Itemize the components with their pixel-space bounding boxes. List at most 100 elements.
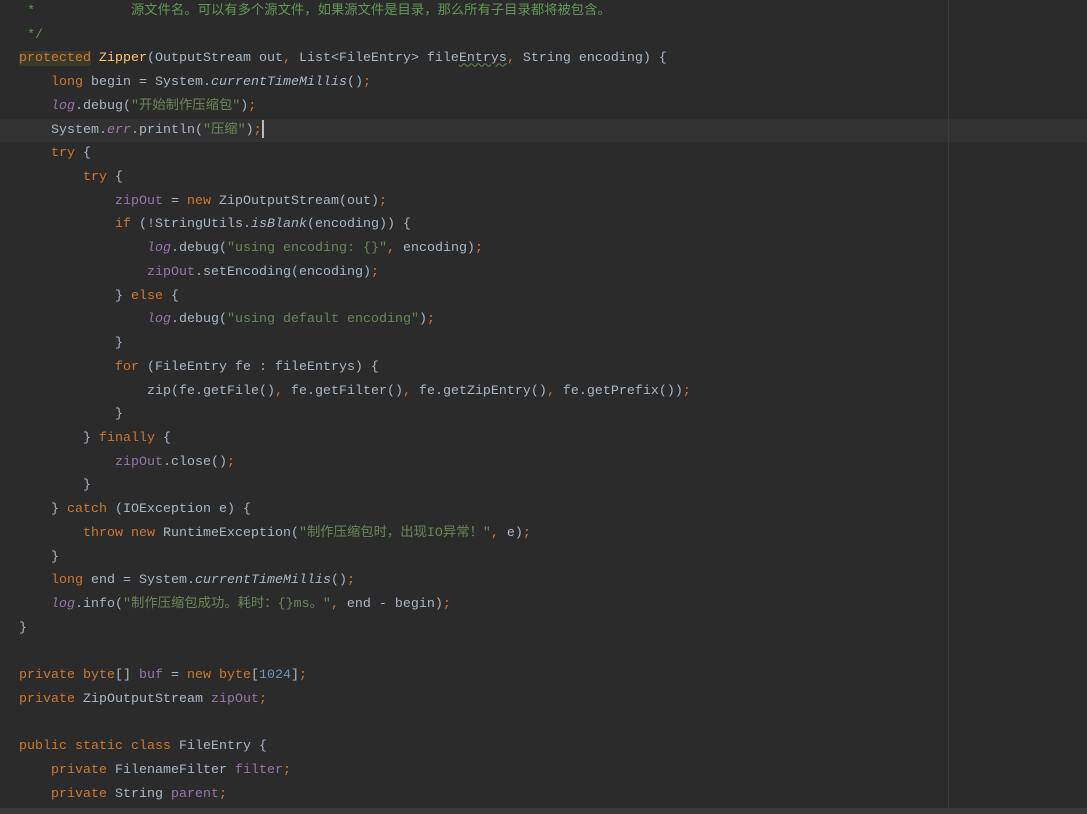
code-token: "using encoding: {}" (226, 241, 387, 257)
code-token: isBlank (250, 217, 307, 233)
code-token: zipOut (146, 264, 195, 280)
code-token: ; (362, 75, 371, 91)
code-token: new byte (186, 668, 251, 684)
code-line[interactable]: } (0, 403, 1087, 427)
code-token: parent (171, 786, 219, 802)
code-token: "using default encoding" (226, 312, 419, 328)
code-token: */ (19, 27, 43, 43)
code-token: [ (250, 668, 259, 684)
code-line[interactable]: } (0, 332, 1087, 356)
code-token: "制作压缩包时，出现IO异常！" (298, 525, 491, 541)
code-token: zipOut (114, 454, 163, 470)
code-line[interactable]: } else { (0, 285, 1087, 309)
code-token: private (19, 691, 83, 707)
code-token: "制作压缩包成功。耗时：{}ms。" (123, 596, 331, 612)
code-line[interactable]: log.info("制作压缩包成功。耗时：{}ms。", end - begin… (0, 593, 1087, 617)
code-token: ; (442, 596, 451, 612)
code-line[interactable]: } finally { (0, 427, 1087, 451)
code-token: } (114, 336, 123, 352)
code-token: = (162, 668, 187, 684)
code-token: FileEntry { (178, 739, 267, 755)
code-token: ) (245, 122, 254, 138)
code-line[interactable] (0, 712, 1087, 736)
code-token: ; (370, 264, 379, 280)
code-token: log (51, 596, 75, 612)
code-token: = (162, 193, 187, 209)
code-line[interactable]: if (!StringUtils.isBlank(encoding)) { (0, 213, 1087, 237)
code-line[interactable]: protected Zipper(OutputStream out, List<… (0, 47, 1087, 71)
code-token: List<FileEntry> file (290, 51, 459, 67)
code-line[interactable]: log.debug("开始制作压缩包"); (0, 95, 1087, 119)
code-line[interactable]: public static class FileEntry { (0, 735, 1087, 759)
code-token: long (51, 75, 91, 91)
horizontal-scrollbar[interactable] (0, 808, 1087, 814)
code-line[interactable]: private byte[] buf = new byte[1024]; (0, 664, 1087, 688)
code-token: () (330, 573, 347, 589)
code-token: fe.getPrefix()) (554, 383, 683, 399)
code-token: String (115, 786, 171, 802)
code-token: ; (682, 383, 691, 399)
code-line[interactable]: throw new RuntimeException("制作压缩包时，出现IO异… (0, 522, 1087, 546)
code-token: String encoding) { (514, 51, 667, 67)
code-line[interactable]: private FilenameFilter filter; (0, 759, 1087, 783)
code-line[interactable]: zipOut.close(); (0, 451, 1087, 475)
code-token: , (330, 596, 339, 612)
right-margin-guide (948, 0, 949, 808)
code-token: } (19, 620, 27, 636)
code-line[interactable]: System.err.println("压缩"); (0, 118, 1087, 143)
code-token: try (51, 146, 83, 162)
code-line[interactable]: zipOut.setEncoding(encoding); (0, 261, 1087, 285)
code-line[interactable]: } (0, 546, 1087, 570)
code-token: , (402, 383, 411, 399)
code-line[interactable]: try { (0, 166, 1087, 190)
code-line[interactable]: for (FileEntry fe : fileEntrys) { (0, 356, 1087, 380)
code-line[interactable]: zip(fe.getFile(), fe.getFilter(), fe.get… (0, 380, 1087, 404)
code-token: ; (248, 98, 257, 114)
code-line[interactable]: private ZipOutputStream zipOut; (0, 688, 1087, 712)
code-token: } (83, 430, 99, 446)
code-line[interactable]: } (0, 474, 1087, 498)
code-token: 1024 (258, 668, 291, 684)
code-token: "压缩" (202, 122, 246, 138)
code-token: ; (378, 193, 387, 209)
code-token: finally (99, 430, 163, 446)
code-line[interactable]: } (0, 617, 1087, 641)
code-token: end = System. (91, 573, 195, 589)
code-line[interactable] (0, 640, 1087, 664)
code-line[interactable]: long end = System.currentTimeMillis(); (0, 569, 1087, 593)
code-token: ; (226, 454, 235, 470)
code-line[interactable]: long begin = System.currentTimeMillis(); (0, 71, 1087, 95)
code-line[interactable]: private String parent; (0, 783, 1087, 807)
code-token: , (274, 383, 283, 399)
code-token: zip(fe.getFile() (146, 383, 275, 399)
code-token: , (490, 525, 499, 541)
code-token: private (51, 763, 115, 778)
code-token: private (51, 786, 115, 802)
code-line[interactable]: */ (0, 24, 1087, 48)
code-token: try (83, 170, 115, 186)
code-token: .close() (162, 454, 227, 470)
code-token: } (83, 478, 91, 494)
code-token: } (114, 407, 123, 423)
code-token: zipOut (114, 193, 163, 209)
code-token: zipOut (210, 691, 259, 707)
code-token: (OutputStream out (146, 51, 283, 67)
code-token: if (114, 217, 139, 233)
code-editor[interactable]: * 源文件名。可以有多个源文件，如果源文件是目录，那么所有子目录都将被包含。 *… (0, 0, 1087, 808)
text-caret (261, 120, 264, 139)
code-line[interactable]: log.debug("using encoding: {}", encoding… (0, 237, 1087, 261)
code-line[interactable]: try { (0, 142, 1087, 166)
code-token: (!StringUtils. (138, 217, 251, 233)
code-token: { (115, 170, 123, 186)
code-line[interactable]: zipOut = new ZipOutputStream(out); (0, 190, 1087, 214)
code-token: begin = System. (91, 75, 211, 91)
code-token: ZipOutputStream(out) (218, 193, 379, 209)
code-line[interactable]: * 源文件名。可以有多个源文件，如果源文件是目录，那么所有子目录都将被包含。 (0, 0, 1087, 24)
code-token: (FileEntry fe : fileEntrys) { (146, 359, 379, 375)
code-line[interactable]: } catch (IOException e) { (0, 498, 1087, 522)
code-line[interactable]: log.debug("using default encoding"); (0, 308, 1087, 332)
code-token: * 源文件名。可以有多个源文件，如果源文件是目录，那么所有子目录都将被包含。 (19, 4, 611, 19)
code-token: buf (138, 668, 163, 684)
code-token: protected (19, 51, 91, 67)
